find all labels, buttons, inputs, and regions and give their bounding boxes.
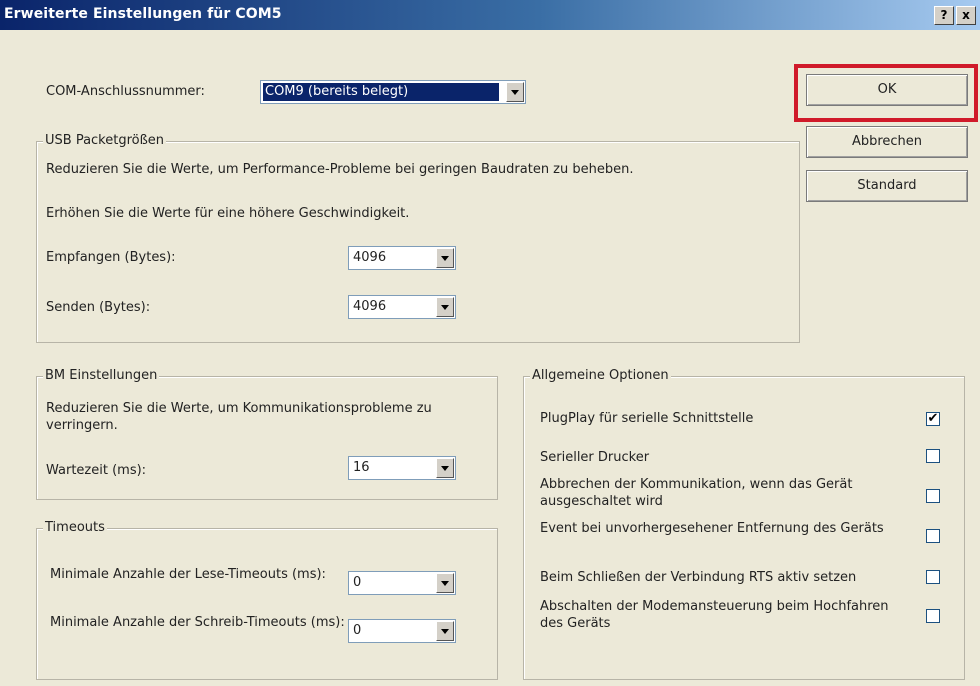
latency-value: 16: [353, 460, 370, 475]
option-label-serial-printer: Serieller Drucker: [540, 450, 650, 465]
read-timeout-value: 0: [353, 575, 362, 590]
bm-group-legend: BM Einstellungen: [43, 368, 160, 383]
bm-settings-group: BM Einstellungen: [36, 368, 498, 500]
checkbox-plugplay[interactable]: ✔: [926, 412, 940, 426]
chevron-down-icon[interactable]: [436, 621, 454, 641]
options-group-legend: Allgemeine Optionen: [530, 368, 671, 383]
usb-hint-increase: Erhöhen Sie die Werte für eine höhere Ge…: [46, 206, 410, 221]
send-label: Senden (Bytes):: [46, 300, 151, 315]
window-title: Erweiterte Einstellungen für COM5: [4, 6, 282, 22]
read-timeout-label: Minimale Anzahle der Lese-Timeouts (ms):: [50, 567, 326, 582]
com-port-select[interactable]: COM9 (bereits belegt): [260, 80, 526, 104]
chevron-down-icon[interactable]: [506, 82, 524, 102]
checkbox-cancel-on-poweroff[interactable]: [926, 489, 940, 503]
checkbox-disable-modem-ctrl[interactable]: [926, 609, 940, 623]
usb-hint-reduce: Reduzieren Sie die Werte, um Performance…: [46, 162, 634, 177]
com-port-value: COM9 (bereits belegt): [263, 83, 499, 101]
send-value: 4096: [353, 299, 387, 314]
usb-group-legend: USB Packetgrößen: [43, 133, 167, 148]
highlight-box: [794, 64, 978, 122]
default-button[interactable]: Standard: [806, 170, 968, 202]
option-label-plugplay: PlugPlay für serielle Schnittstelle: [540, 411, 754, 426]
option-label-cancel-on-poweroff: Abbrechen der Kommunikation, wenn das Ge…: [540, 477, 853, 509]
read-timeout-select[interactable]: 0: [348, 571, 456, 595]
send-select[interactable]: 4096: [348, 295, 456, 319]
latency-label: Wartezeit (ms):: [46, 463, 147, 478]
bm-hint: Reduzieren Sie die Werte, um Kommunikati…: [46, 401, 432, 433]
receive-label: Empfangen (Bytes):: [46, 250, 176, 265]
cancel-button[interactable]: Abbrechen: [806, 126, 968, 158]
timeouts-group-legend: Timeouts: [43, 520, 107, 535]
checkbox-surprise-removal[interactable]: [926, 529, 940, 543]
receive-select[interactable]: 4096: [348, 246, 456, 270]
close-button[interactable]: x: [956, 6, 976, 25]
com-port-label: COM-Anschlussnummer:: [46, 84, 205, 99]
chevron-down-icon[interactable]: [436, 458, 454, 478]
checkbox-rts-on-close[interactable]: [926, 570, 940, 584]
title-bar[interactable]: Erweiterte Einstellungen für COM5 ? x: [0, 0, 980, 30]
help-button[interactable]: ?: [934, 6, 954, 25]
receive-value: 4096: [353, 250, 387, 265]
chevron-down-icon[interactable]: [436, 248, 454, 268]
option-label-rts-on-close: Beim Schließen der Verbindung RTS aktiv …: [540, 570, 857, 585]
checkbox-serial-printer[interactable]: [926, 449, 940, 463]
chevron-down-icon[interactable]: [436, 573, 454, 593]
advanced-settings-dialog: Erweiterte Einstellungen für COM5 ? x CO…: [0, 0, 980, 686]
checkmark-icon: ✔: [927, 411, 939, 426]
option-label-surprise-removal: Event bei unvorhergesehener Entfernung d…: [540, 521, 884, 536]
option-label-disable-modem-ctrl: Abschalten der Modemansteuerung beim Hoc…: [540, 599, 889, 631]
write-timeout-label: Minimale Anzahle der Schreib-Timeouts (m…: [50, 615, 345, 630]
write-timeout-select[interactable]: 0: [348, 619, 456, 643]
latency-select[interactable]: 16: [348, 456, 456, 480]
chevron-down-icon[interactable]: [436, 297, 454, 317]
timeouts-group: Timeouts: [36, 520, 498, 680]
write-timeout-value: 0: [353, 623, 362, 638]
